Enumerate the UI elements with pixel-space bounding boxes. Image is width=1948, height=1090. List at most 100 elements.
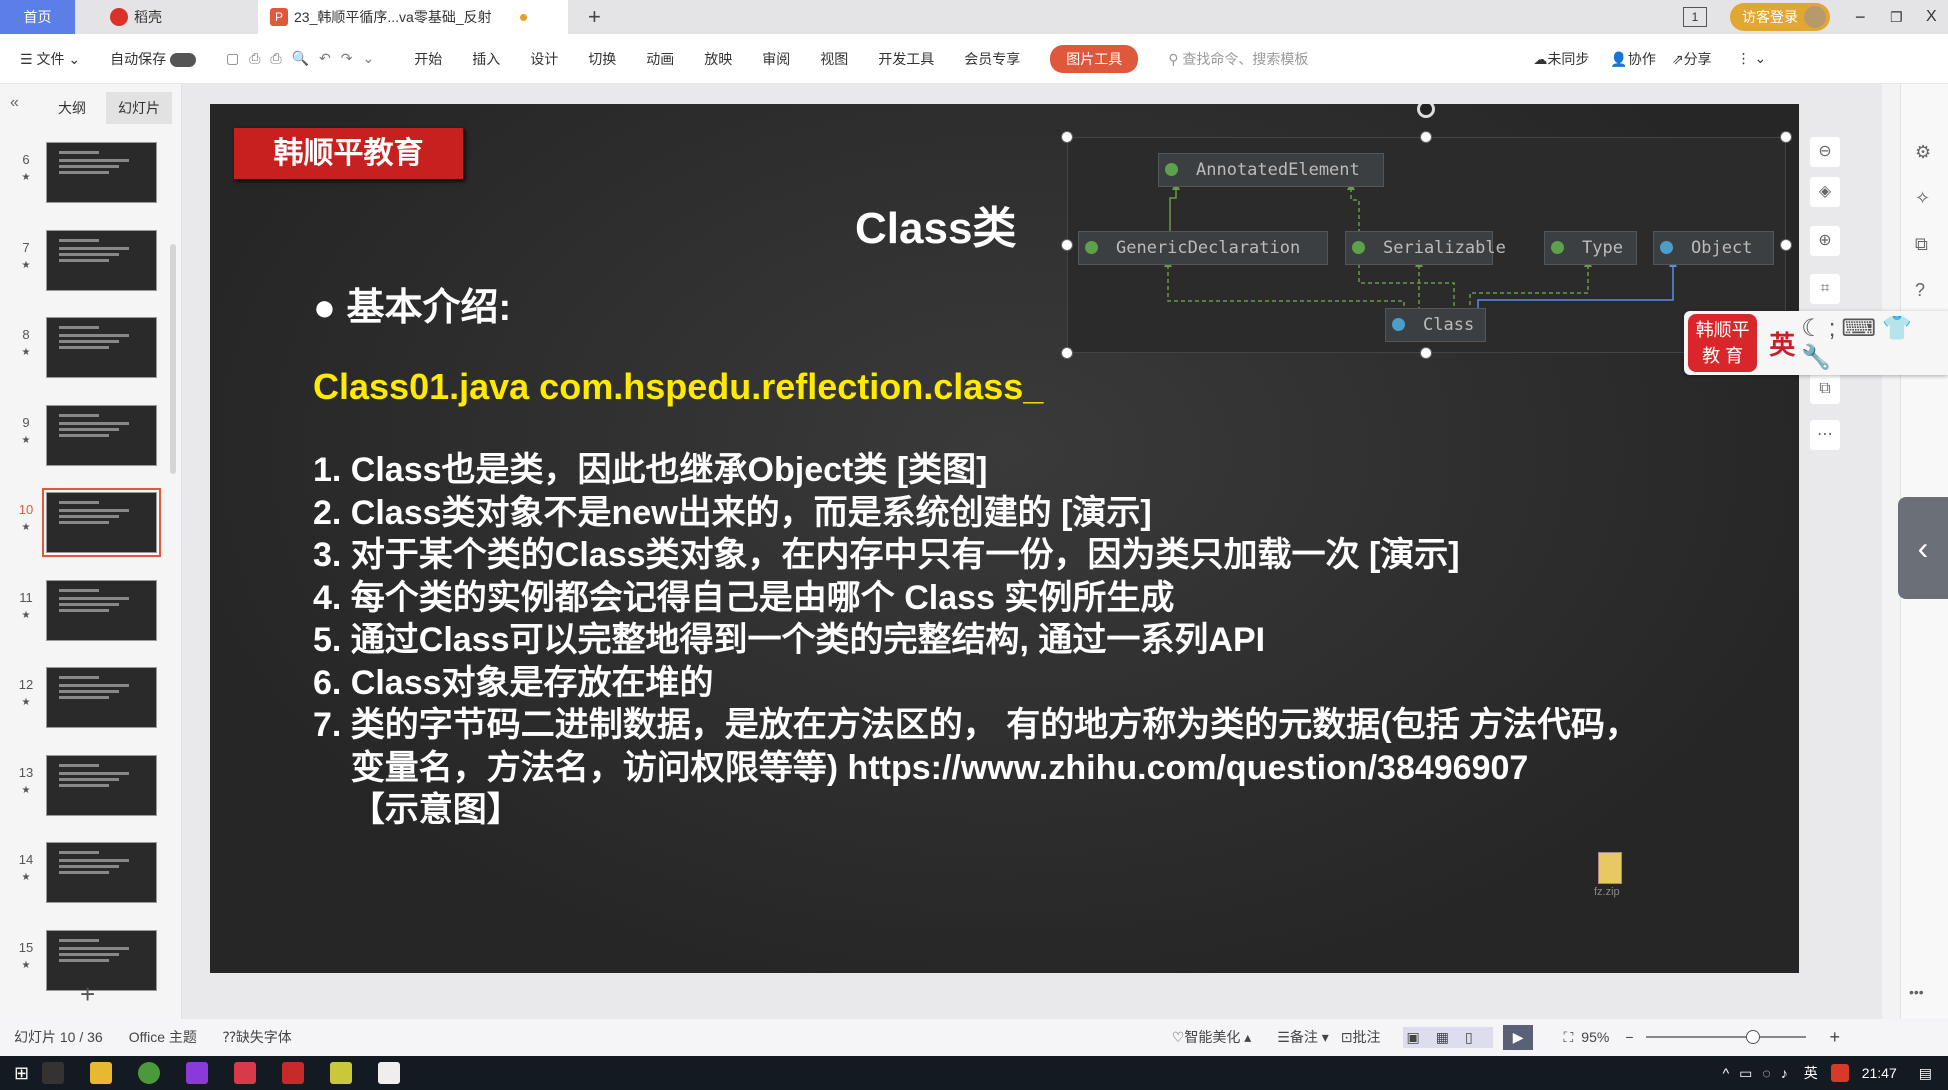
slide-thumbnail[interactable] (46, 842, 157, 903)
tray-icons[interactable]: ^▭◌♪ (1723, 1065, 1798, 1082)
tab-home[interactable]: 首页 (0, 0, 75, 34)
collapse-right-panel-button[interactable]: ‹ (1898, 497, 1948, 599)
clock[interactable]: 21:47 (1862, 1065, 1897, 1081)
sync-button[interactable]: ☁未同步 (1533, 49, 1589, 69)
menu-slideshow[interactable]: 放映 (704, 49, 732, 69)
collapse-panel-icon[interactable]: « (10, 94, 19, 112)
panel-scrollbar[interactable] (170, 244, 176, 474)
windows-start-icon[interactable]: ⊞ (14, 1063, 29, 1084)
app-icon[interactable] (378, 1062, 401, 1084)
menu-start[interactable]: 开始 (414, 49, 442, 69)
menu-review[interactable]: 审阅 (762, 49, 790, 69)
convert-icon[interactable]: ⧉ (1810, 374, 1840, 404)
more-tools-icon[interactable]: ⋯ (1810, 420, 1840, 450)
zip-file-icon[interactable] (1598, 852, 1622, 884)
slide-thumbnail[interactable] (46, 754, 157, 816)
slide-thumbnail[interactable] (46, 229, 157, 291)
xmind-icon[interactable] (234, 1062, 257, 1084)
slide-thumbnail[interactable] (46, 667, 157, 728)
ime-logo: 韩顺平教 育 (1688, 314, 1758, 372)
tab-document[interactable]: P 23_韩顺平循序...va零基础_反射 (258, 0, 568, 34)
tab-outline[interactable]: 大纲 (58, 98, 86, 118)
class-diagram-image[interactable]: AnnotatedElement GenericDeclaration Serial… (1067, 137, 1786, 353)
slide[interactable]: 韩顺平教育 Class类 ● 基本介绍: Class01.java com.hs… (210, 104, 1799, 973)
quick-access-icons[interactable]: ▢⎙⎙🔍↶↷⌄ (226, 50, 384, 67)
slide-thumbnail[interactable] (42, 488, 161, 557)
zoom-slider[interactable] (1645, 1030, 1806, 1044)
share-button[interactable]: ⇗分享 (1672, 49, 1712, 69)
menu-design[interactable]: 设计 (530, 49, 558, 69)
tab-daoke[interactable]: 稻壳 (100, 0, 250, 34)
slide-thumbnail[interactable] (46, 317, 157, 378)
new-tab-button[interactable]: + (588, 0, 601, 34)
zoom-slider-thumb[interactable] (1745, 1030, 1760, 1044)
minimize-button[interactable]: − (1855, 0, 1866, 34)
resize-handle[interactable] (1420, 347, 1432, 359)
task-view-icon[interactable] (42, 1062, 65, 1084)
resize-handle[interactable] (1780, 131, 1792, 143)
ime-language[interactable]: 英 (1769, 325, 1795, 362)
intellij-icon[interactable] (186, 1062, 209, 1084)
zoom-level[interactable]: 95% (1581, 1029, 1609, 1045)
beautify-button[interactable]: ♡智能美化 ▴ (1172, 1027, 1251, 1047)
slide-thumbnail[interactable] (46, 929, 157, 991)
menu-insert[interactable]: 插入 (472, 49, 500, 69)
resize-handle[interactable] (1061, 347, 1073, 359)
sidebar-icons[interactable]: ⚙ ✧ ⧉? (1915, 129, 1948, 313)
slide-thumbnail[interactable] (46, 579, 157, 641)
play-slideshow-button[interactable]: ▶ (1502, 1024, 1534, 1050)
command-search[interactable]: ⚲ 查找命令、搜索模板 (1168, 49, 1308, 69)
list-item: 2. Class类对象不是new出来的，而是系统创建的 [演示] (313, 493, 1152, 532)
sogou-icon[interactable] (1830, 1064, 1849, 1082)
notepad-icon[interactable] (330, 1062, 353, 1084)
file-menu[interactable]: ☰ 文件 ⌄ (20, 49, 80, 69)
notes-button[interactable]: ☰备注 ▾ (1277, 1027, 1328, 1047)
menu-view[interactable]: 视图 (820, 49, 848, 69)
crop-icon[interactable]: ⌗ (1810, 274, 1840, 304)
close-button[interactable]: X (1926, 0, 1937, 34)
tab-slides[interactable]: 幻灯片 (106, 92, 172, 124)
slide-thumbnail[interactable] (46, 142, 157, 203)
ime-tool-icons[interactable]: ☾;⌨👕🔧 (1801, 314, 1948, 372)
resize-handle[interactable] (1780, 239, 1792, 251)
slide-thumbnail[interactable] (46, 404, 157, 466)
layers-icon[interactable]: ◈ (1810, 177, 1840, 207)
autosave-toggle[interactable]: 自动保存 (110, 49, 196, 69)
menu-developer[interactable]: 开发工具 (878, 49, 934, 69)
rotate-handle-icon[interactable] (1417, 104, 1435, 118)
menu-animation[interactable]: 动画 (646, 49, 674, 69)
file-explorer-icon[interactable] (90, 1062, 113, 1084)
zoom-out-button[interactable]: − (1625, 1029, 1633, 1045)
ime-toolbar[interactable]: 韩顺平教 育 英 ☾;⌨👕🔧 (1684, 311, 1948, 375)
missing-font-button[interactable]: ⁇缺失字体 (223, 1027, 292, 1047)
ime-logo-line: 教 育 (1702, 346, 1744, 366)
fit-window-icon[interactable]: ⛶ (1563, 1029, 1573, 1046)
sidebar-more-icon[interactable]: ••• (1909, 984, 1924, 1000)
resize-handle[interactable] (1420, 131, 1432, 143)
more-icon[interactable]: ⋮ ⌄ (1737, 50, 1767, 67)
resize-handle[interactable] (1061, 131, 1073, 143)
restore-button[interactable]: ❐ (1890, 0, 1903, 34)
zoom-in-icon[interactable]: ⊕ (1810, 226, 1840, 256)
zoom-out-icon[interactable]: ⊖ (1810, 137, 1840, 167)
comment-button[interactable]: ⊡批注 (1341, 1027, 1381, 1047)
wps-icon[interactable] (282, 1062, 305, 1084)
zoom-in-button[interactable]: + (1830, 1027, 1841, 1048)
resize-handle[interactable] (1061, 239, 1073, 251)
menu-transition[interactable]: 切换 (588, 49, 616, 69)
page-badge[interactable]: 1 (1683, 7, 1707, 27)
login-label: 访客登录 (1742, 9, 1798, 25)
tray-ime[interactable]: 英 (1804, 1063, 1818, 1083)
collab-button[interactable]: 👤协作 (1610, 49, 1655, 69)
notification-icon[interactable]: ▤ (1919, 1065, 1932, 1082)
list-item[interactable]: 变量名，方法名，访问权限等等) https://www.zhihu.com/qu… (313, 747, 1639, 790)
menu-member[interactable]: 会员专享 (964, 49, 1020, 69)
add-slide-button[interactable]: + (80, 979, 95, 1010)
view-mode-icons[interactable]: ▣▦▯ (1402, 1026, 1493, 1048)
picture-tools-tab[interactable]: 图片工具 (1050, 44, 1139, 73)
guest-login-button[interactable]: 访客登录 (1730, 3, 1830, 31)
chrome-icon[interactable] (138, 1062, 161, 1084)
section-heading: ● 基本介绍: (313, 276, 511, 331)
interface-icon (1352, 241, 1365, 254)
search-icon: ⚲ (1168, 50, 1179, 67)
